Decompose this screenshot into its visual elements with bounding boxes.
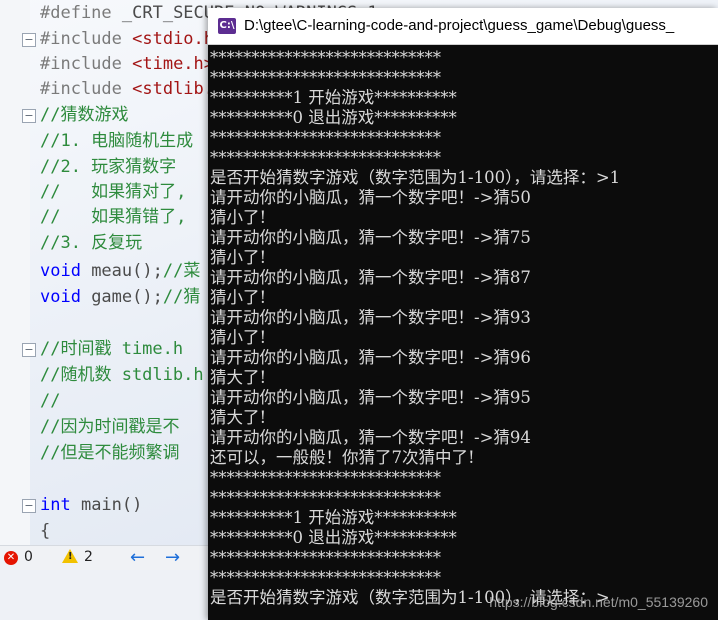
code-token: #define <box>40 3 122 23</box>
console-line: 猜小了! <box>210 328 267 347</box>
editor-gutter <box>0 0 30 545</box>
console-line: 请开动你的小脑瓜，猜一个数字吧！->猜87 <box>210 268 531 287</box>
code-token: //但是不能频繁调 <box>40 443 180 463</box>
code-token: // 如果猜错了, <box>40 207 187 227</box>
console-line: 请开动你的小脑瓜，猜一个数字吧！->猜95 <box>210 388 531 407</box>
fold-toggle-icon[interactable]: − <box>22 33 36 47</box>
arrow-left-icon[interactable]: ← <box>130 547 145 568</box>
code-token: //时间戳 time.h <box>40 339 184 359</box>
code-token: // <box>40 391 61 411</box>
console-line: **************************** <box>210 48 441 67</box>
error-list-bar: ✕ 0 ! 2 ← → <box>0 545 210 570</box>
console-line: **********1 开始游戏********** <box>210 508 457 527</box>
warning-icon[interactable]: ! <box>62 549 78 563</box>
code-line: #include <time.h> <box>40 53 214 75</box>
code-line: //2. 玩家猜数字 <box>40 156 176 178</box>
code-token: meau(); <box>91 261 163 281</box>
code-line: { <box>40 520 50 542</box>
code-line: //但是不能频繁调 <box>40 442 179 464</box>
warning-count: 2 <box>84 549 93 565</box>
code-line: // 如果猜错了, <box>40 206 186 228</box>
console-titlebar[interactable]: C:\ D:\gtee\C-learning-code-and-project\… <box>208 8 718 45</box>
console-line: 猜小了! <box>210 208 267 227</box>
console-line: **********0 退出游戏********** <box>210 108 457 127</box>
console-line: **************************** <box>210 68 441 87</box>
code-line: // 如果猜对了, <box>40 181 186 203</box>
console-line: 请开动你的小脑瓜，猜一个数字吧！->猜50 <box>210 188 531 207</box>
code-token: { <box>40 521 51 541</box>
code-line: void game();//猜 <box>40 286 200 308</box>
code-token: //2. 玩家猜数字 <box>40 157 177 177</box>
console-line: 猜大了! <box>210 408 267 427</box>
code-token: void <box>40 261 92 281</box>
console-line: 还可以，一般般！你猜了7次猜中了! <box>210 448 475 467</box>
code-line: void meau();//菜 <box>40 260 200 282</box>
error-icon[interactable]: ✕ <box>4 551 18 565</box>
console-line: **************************** <box>210 548 441 567</box>
console-line: 猜大了! <box>210 368 267 387</box>
console-line: 请开动你的小脑瓜，猜一个数字吧！->猜93 <box>210 308 531 327</box>
error-count: 0 <box>24 549 33 565</box>
code-token: game(); <box>91 287 163 307</box>
code-line: // <box>40 390 60 412</box>
code-token: void <box>40 287 92 307</box>
code-line: //随机数 stdlib.h <box>40 364 204 386</box>
code-token: //3. 反复玩 <box>40 233 143 253</box>
code-line: //1. 电脑随机生成 <box>40 130 193 152</box>
console-line: 请开动你的小脑瓜，猜一个数字吧！->猜94 <box>210 428 531 447</box>
code-line: //猜数游戏 <box>40 104 128 126</box>
console-window[interactable]: C:\ D:\gtee\C-learning-code-and-project\… <box>208 8 718 620</box>
code-token: //菜 <box>162 261 201 281</box>
fold-toggle-icon[interactable]: − <box>22 343 36 357</box>
console-line: **************************** <box>210 568 441 587</box>
code-token: #include <box>40 29 133 49</box>
code-token: #include <box>40 79 133 99</box>
console-output: **************************** ************… <box>210 48 716 620</box>
console-line: **********0 退出游戏********** <box>210 528 457 547</box>
code-line: //时间戳 time.h <box>40 338 183 360</box>
fold-toggle-icon[interactable]: − <box>22 499 36 513</box>
code-token: //猜数游戏 <box>40 105 129 125</box>
console-line: **************************** <box>210 488 441 507</box>
code-token: main() <box>80 495 143 515</box>
console-line: 请开动你的小脑瓜，猜一个数字吧！->猜75 <box>210 228 531 247</box>
code-token: int <box>40 495 81 515</box>
console-line: 猜小了! <box>210 288 267 307</box>
console-line: **************************** <box>210 128 441 147</box>
code-token: //因为时间戳是不 <box>40 417 180 437</box>
code-line: //3. 反复玩 <box>40 232 142 254</box>
code-line: //因为时间戳是不 <box>40 416 179 438</box>
code-token: #include <box>40 54 133 74</box>
code-token: //随机数 stdlib.h <box>40 365 204 385</box>
code-token: <time.h> <box>132 54 215 74</box>
console-line: 猜小了! <box>210 248 267 267</box>
code-line: #include <stdlib.h> <box>40 78 234 100</box>
arrow-right-icon[interactable]: → <box>165 547 180 568</box>
code-line: int main() <box>40 494 142 516</box>
console-title: D:\gtee\C-learning-code-and-project\gues… <box>244 17 675 34</box>
console-app-icon: C:\ <box>218 18 236 34</box>
fold-toggle-icon[interactable]: − <box>22 109 36 123</box>
code-token: //猜 <box>162 287 201 307</box>
code-token: // 如果猜对了, <box>40 182 187 202</box>
console-line: 请开动你的小脑瓜，猜一个数字吧！->猜96 <box>210 348 531 367</box>
console-line: **********1 开始游戏********** <box>210 88 457 107</box>
console-line: 是否开始猜数字游戏（数字范围为1-100），请选择：>1 <box>210 168 621 187</box>
console-line: **************************** <box>210 468 441 487</box>
code-line: #include <stdio.h> <box>40 28 224 50</box>
console-line: **************************** <box>210 148 441 167</box>
code-token: //1. 电脑随机生成 <box>40 131 194 151</box>
watermark: https://blog.csdn.net/m0_55139260 <box>489 594 708 610</box>
